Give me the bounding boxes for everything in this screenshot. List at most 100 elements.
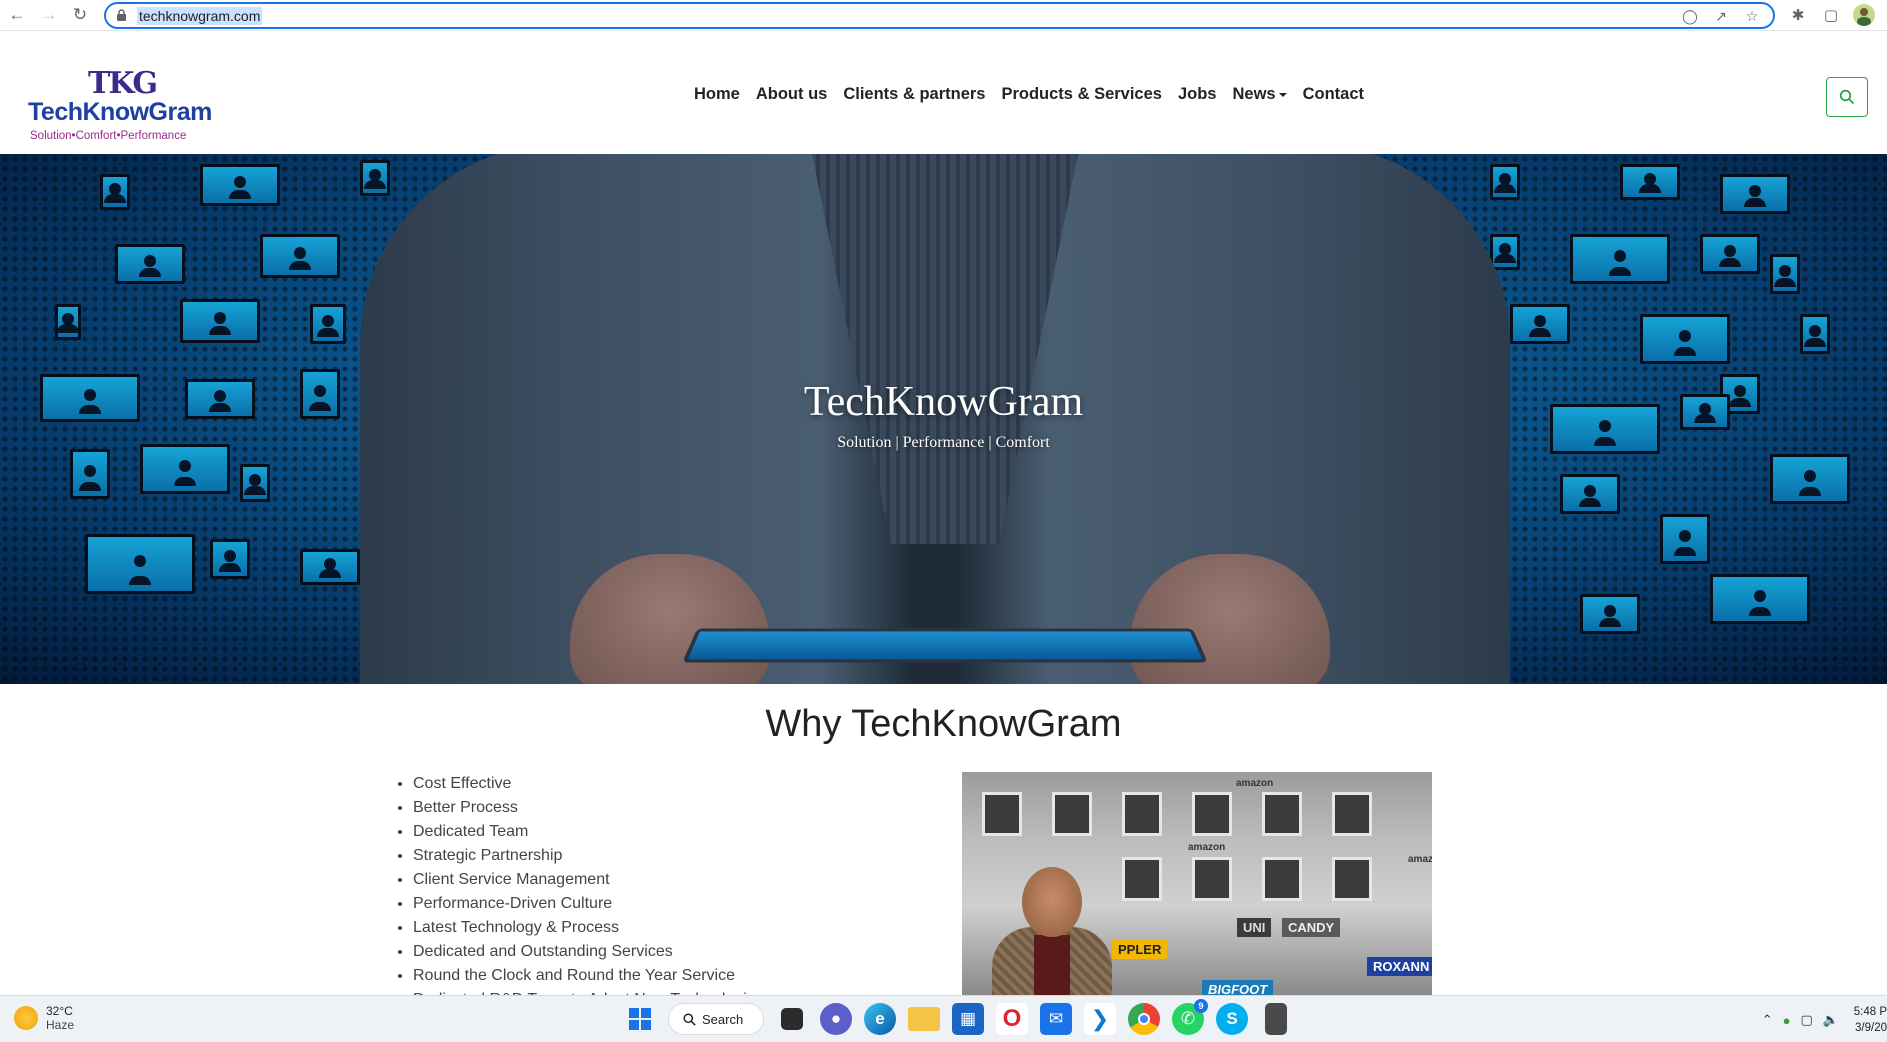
calculator-icon[interactable]: [1265, 1003, 1287, 1035]
clock-date: 3/9/20: [1855, 1022, 1887, 1034]
reload-icon[interactable]: ↻: [69, 4, 91, 26]
hero-subtitle: Solution | Performance | Comfort: [837, 434, 1050, 451]
whatsapp-badge: 9: [1194, 999, 1208, 1013]
taskbar-search[interactable]: Search: [668, 1003, 764, 1035]
list-item: Round the Clock and Round the Year Servi…: [413, 964, 764, 988]
chevron-up-icon[interactable]: ⌃: [1762, 1012, 1773, 1028]
list-item: Dedicated Team: [413, 820, 764, 844]
task-view-icon[interactable]: [781, 1008, 803, 1030]
volume-icon[interactable]: 🔈: [1823, 1012, 1839, 1028]
hero-screen-icon: [1490, 164, 1520, 200]
hero-screen-icon: [260, 234, 340, 278]
sun-haze-icon: [14, 1006, 38, 1030]
hero-screen-icon: [300, 549, 360, 585]
taskbar-clock[interactable]: 5:48 P 3/9/20: [1849, 1004, 1887, 1036]
bookmark-star-icon[interactable]: ☆: [1743, 7, 1761, 25]
hero-screen-icon: [70, 449, 110, 499]
logo-mark: TKG: [88, 66, 158, 101]
whatsapp-icon[interactable]: ✆ 9: [1172, 999, 1208, 1035]
logo-name: TechKnowGram: [28, 98, 212, 126]
why-list: Cost Effective Better Process Dedicated …: [413, 772, 764, 1012]
hero-screen-icon: [360, 160, 390, 196]
nav-news-dropdown[interactable]: News: [1232, 85, 1287, 104]
skype-icon[interactable]: S: [1216, 1003, 1248, 1035]
hero-screen-icon: [310, 304, 346, 344]
hero-screen-icon: [210, 539, 250, 579]
photo-window: [1122, 792, 1162, 836]
photo-window: [1122, 857, 1162, 901]
security-icon[interactable]: ●: [1783, 1013, 1791, 1028]
microsoft-store-icon[interactable]: ▦: [952, 1003, 984, 1035]
photo-sign: BIGFOOT: [1202, 980, 1274, 995]
nav-contact[interactable]: Contact: [1303, 85, 1364, 104]
extensions-icon[interactable]: ✱: [1787, 4, 1809, 26]
photo-window: [1192, 792, 1232, 836]
chrome-icon[interactable]: [1128, 1003, 1160, 1035]
photo-window: [1262, 792, 1302, 836]
hero-screen-icon: [85, 534, 195, 594]
hero-screen-icon: [240, 464, 270, 502]
edge-icon[interactable]: e: [864, 1003, 896, 1035]
hero-screen-icon: [1620, 164, 1680, 200]
photo-sign: UNI: [1237, 918, 1272, 937]
lock-icon[interactable]: [116, 9, 127, 22]
teams-chat-icon[interactable]: ●: [820, 1003, 852, 1035]
site-header: TKG TechKnowGram Solution•Comfort•Perfor…: [0, 32, 1887, 154]
photo-sign: PPLER: [1112, 940, 1168, 959]
profile-avatar[interactable]: [1853, 4, 1875, 26]
photo-sign: ROXANN: [1367, 957, 1432, 976]
photo-window: [982, 792, 1022, 836]
weather-widget[interactable]: 32°C Haze: [14, 1004, 74, 1032]
photo-sign: amazon: [1236, 778, 1274, 789]
taskbar-search-label: Search: [702, 1011, 744, 1027]
hero-screen-icon: [100, 174, 130, 210]
network-icon[interactable]: ▢: [1801, 1012, 1813, 1028]
nav-jobs[interactable]: Jobs: [1178, 85, 1217, 104]
opera-icon[interactable]: O: [996, 1003, 1028, 1035]
photo-window: [1262, 857, 1302, 901]
vscode-icon[interactable]: ❯: [1084, 1003, 1116, 1035]
back-icon[interactable]: ←: [6, 4, 28, 26]
hero-title: TechKnowGram: [803, 379, 1084, 425]
photo-sign: amazon: [1188, 842, 1226, 853]
photo-sign: CANDY: [1282, 918, 1341, 937]
search-icon: [1839, 89, 1855, 105]
search-icon: [683, 1012, 696, 1026]
url-text[interactable]: techknowgram.com: [137, 7, 263, 25]
list-item: Dedicated and Outstanding Services: [413, 940, 764, 964]
file-explorer-icon[interactable]: [908, 1007, 940, 1031]
weather-temperature: 32°C: [46, 1004, 73, 1018]
list-item: Cost Effective: [413, 772, 764, 796]
hero-screen-icon: [1510, 304, 1570, 344]
hero-screen-icon: [1720, 174, 1790, 214]
nav-home[interactable]: Home: [694, 85, 740, 104]
nav-products-services[interactable]: Products & Services: [1001, 85, 1162, 104]
nav-clients-partners[interactable]: Clients & partners: [843, 85, 985, 104]
chevron-down-icon: [1278, 92, 1287, 97]
list-item: Better Process: [413, 796, 764, 820]
hero-screen-icon: [1660, 514, 1710, 564]
person-sweater: [1034, 935, 1070, 995]
nav-about-us[interactable]: About us: [756, 85, 828, 104]
hero-screen-icon: [1580, 594, 1640, 634]
hero-screen-icon: [200, 164, 280, 206]
windows-taskbar: 32°C Haze Search ● e ▦ O ✉ ❯ ✆ 9 S ⌃ ● ▢ …: [0, 995, 1887, 1042]
install-icon[interactable]: ◯: [1681, 7, 1699, 25]
photo-window: [1332, 857, 1372, 901]
side-panel-icon[interactable]: ▢: [1820, 4, 1842, 26]
hero-screen-icon: [1770, 254, 1800, 294]
site-logo[interactable]: TKG TechKnowGram Solution•Comfort•Perfor…: [28, 66, 212, 160]
clock-time: 5:48 P: [1853, 1006, 1887, 1018]
share-icon[interactable]: ↗: [1712, 7, 1730, 25]
search-button[interactable]: [1826, 77, 1868, 117]
address-bar[interactable]: techknowgram.com ◯ ↗ ☆: [104, 2, 1775, 29]
photo-window: [1052, 792, 1092, 836]
forward-icon[interactable]: →: [38, 4, 60, 26]
mail-icon[interactable]: ✉: [1040, 1003, 1072, 1035]
hero-screen-icon: [1700, 234, 1760, 274]
why-photo: UNI CANDY PPLER ROXANN BIGFOOT amazon am…: [962, 772, 1432, 995]
windows-start-icon[interactable]: [624, 1003, 656, 1035]
system-tray: ⌃ ● ▢ 🔈 5:48 P 3/9/20: [1762, 1004, 1887, 1036]
hero-tablet: [682, 628, 1208, 663]
photo-window: [1192, 857, 1232, 901]
